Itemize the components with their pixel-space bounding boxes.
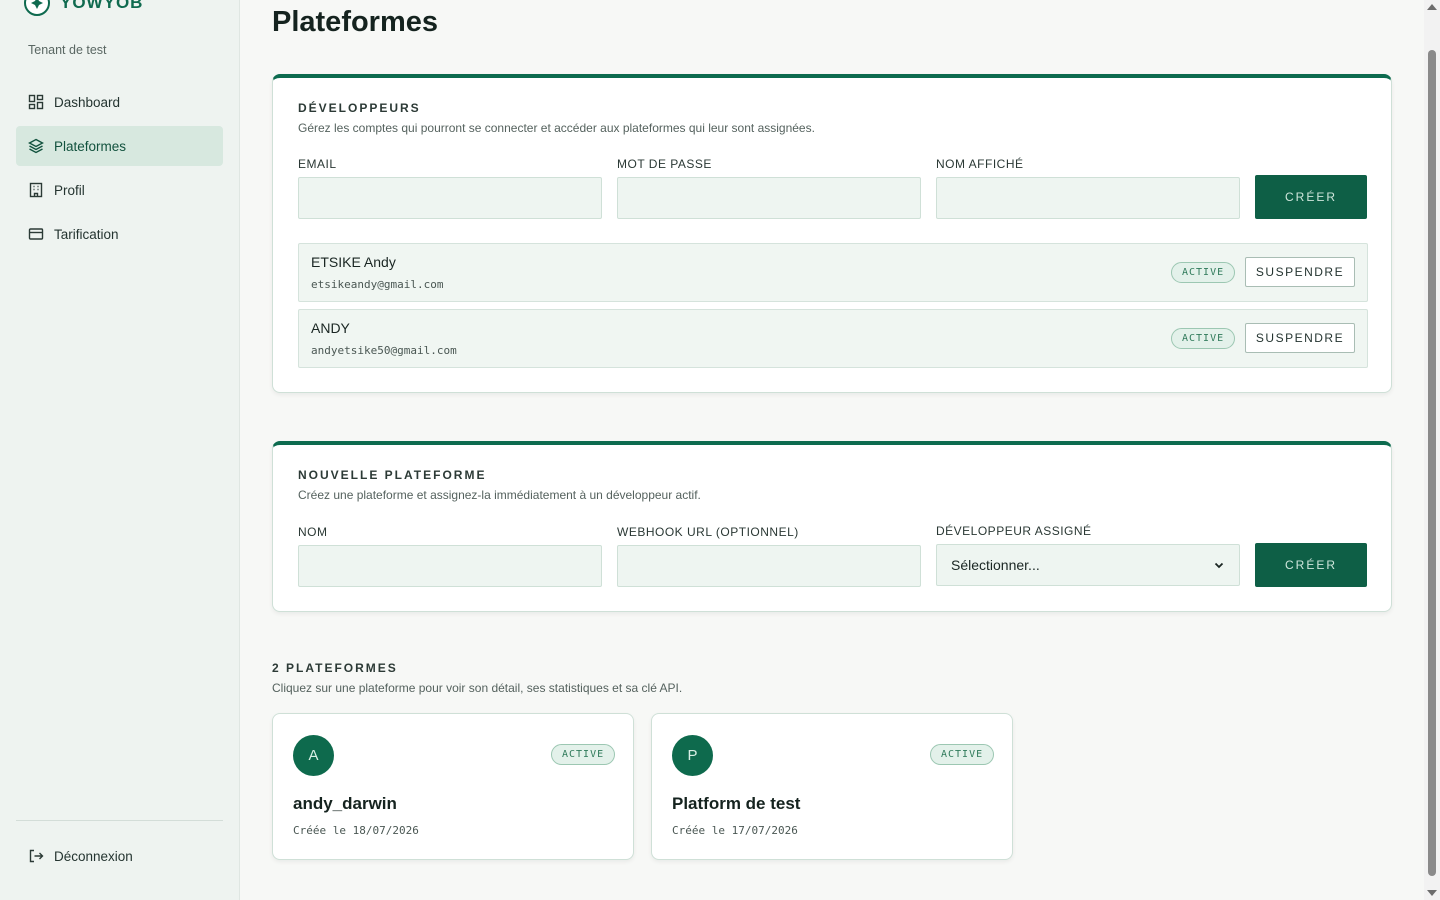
platform-created-date: Créée le 18/07/2026 [293, 824, 419, 837]
developer-row[interactable]: ANDY andyetsike50@gmail.com ACTIVE SUSPE… [298, 309, 1368, 368]
platform-name-field[interactable] [298, 545, 602, 587]
sidebar: YOWYOB Tenant de test Dashboard Platefor… [0, 0, 240, 900]
brand-name: YOWYOB [60, 0, 144, 12]
developers-description: Gérez les comptes qui pourront se connec… [298, 121, 815, 135]
sidebar-item-profil[interactable]: Profil [16, 170, 223, 210]
password-field[interactable] [617, 177, 921, 219]
developer-name: ETSIKE Andy [311, 254, 396, 270]
platforms-description: Cliquez sur une plateforme pour voir son… [272, 681, 683, 695]
create-platform-button[interactable]: CRÉER [1255, 543, 1367, 587]
logout-section: Déconnexion [16, 836, 223, 880]
create-developer-button[interactable]: CRÉER [1255, 175, 1367, 219]
logout-icon [29, 849, 44, 863]
webhook-label: WEBHOOK URL (OPTIONNEL) [617, 525, 799, 539]
assigned-developer-label: DÉVELOPPEUR ASSIGNÉ [936, 524, 1092, 538]
select-value: Sélectionner... [951, 557, 1040, 573]
developer-email: etsikeandy@gmail.com [311, 278, 444, 291]
webhook-url-field[interactable] [617, 545, 921, 587]
new-platform-title: NOUVELLE PLATEFORME [298, 468, 487, 482]
sidebar-item-plateformes[interactable]: Plateformes [16, 126, 223, 166]
scroll-thumb[interactable] [1428, 50, 1436, 876]
brand-logo[interactable]: YOWYOB [24, 0, 143, 16]
logout-label: Déconnexion [54, 848, 133, 864]
status-badge: ACTIVE [930, 744, 995, 765]
platform-created-date: Créée le 17/07/2026 [672, 824, 798, 837]
platform-name-label: NOM [298, 525, 328, 539]
status-badge: ACTIVE [1171, 328, 1236, 349]
developer-email: andyetsike50@gmail.com [311, 344, 457, 357]
sidebar-item-label: Profil [54, 182, 85, 198]
display-name-field[interactable] [936, 177, 1240, 219]
developers-title: DÉVELOPPEURS [298, 101, 421, 115]
scroll-up-icon[interactable] [1427, 4, 1437, 10]
avatar: P [672, 735, 713, 776]
new-platform-description: Créez une plateforme et assignez-la immé… [298, 488, 701, 502]
sidebar-item-label: Dashboard [54, 94, 121, 110]
developer-name: ANDY [311, 320, 350, 336]
assigned-developer-select[interactable]: Sélectionner... [936, 544, 1240, 586]
platforms-count-title: 2 PLATEFORMES [272, 661, 398, 675]
credit-card-icon [28, 228, 44, 240]
developer-row[interactable]: ETSIKE Andy etsikeandy@gmail.com ACTIVE … [298, 243, 1368, 302]
email-field[interactable] [298, 177, 602, 219]
platform-name: Platform de test [672, 794, 801, 813]
tenant-name: Tenant de test [28, 43, 107, 57]
suspend-button[interactable]: SUSPENDRE [1245, 323, 1355, 353]
sidebar-item-label: Plateformes [54, 138, 127, 154]
sidebar-nav: Dashboard Plateformes Profil Tarificatio… [16, 82, 223, 258]
sidebar-divider [16, 820, 223, 821]
display-name-label: NOM AFFICHÉ [936, 157, 1024, 171]
logout-button[interactable]: Déconnexion [16, 836, 223, 876]
platform-card[interactable]: A ACTIVE andy_darwin Créée le 18/07/2026 [272, 713, 634, 860]
chevron-down-icon [1214, 562, 1224, 569]
sidebar-item-label: Tarification [54, 226, 119, 242]
new-platform-card: NOUVELLE PLATEFORME Créez une plateforme… [272, 441, 1392, 612]
status-badge: ACTIVE [1171, 262, 1236, 283]
platform-card[interactable]: P ACTIVE Platform de test Créée le 17/07… [651, 713, 1013, 860]
building-icon [29, 182, 43, 198]
page-title: Plateformes [272, 6, 439, 38]
suspend-button[interactable]: SUSPENDRE [1245, 257, 1355, 287]
password-label: MOT DE PASSE [617, 157, 712, 171]
developers-card: DÉVELOPPEURS Gérez les comptes qui pourr… [272, 74, 1392, 393]
sidebar-item-tarification[interactable]: Tarification [16, 214, 223, 254]
dashboard-grid-icon [28, 94, 44, 110]
sidebar-item-dashboard[interactable]: Dashboard [16, 82, 223, 122]
page-scrollbar[interactable] [1424, 0, 1440, 900]
platform-name: andy_darwin [293, 794, 397, 813]
status-badge: ACTIVE [551, 744, 616, 765]
avatar: A [293, 735, 334, 776]
logo-icon [24, 0, 50, 16]
email-label: EMAIL [298, 157, 337, 171]
scroll-down-icon[interactable] [1427, 890, 1437, 896]
layers-icon [28, 138, 44, 154]
